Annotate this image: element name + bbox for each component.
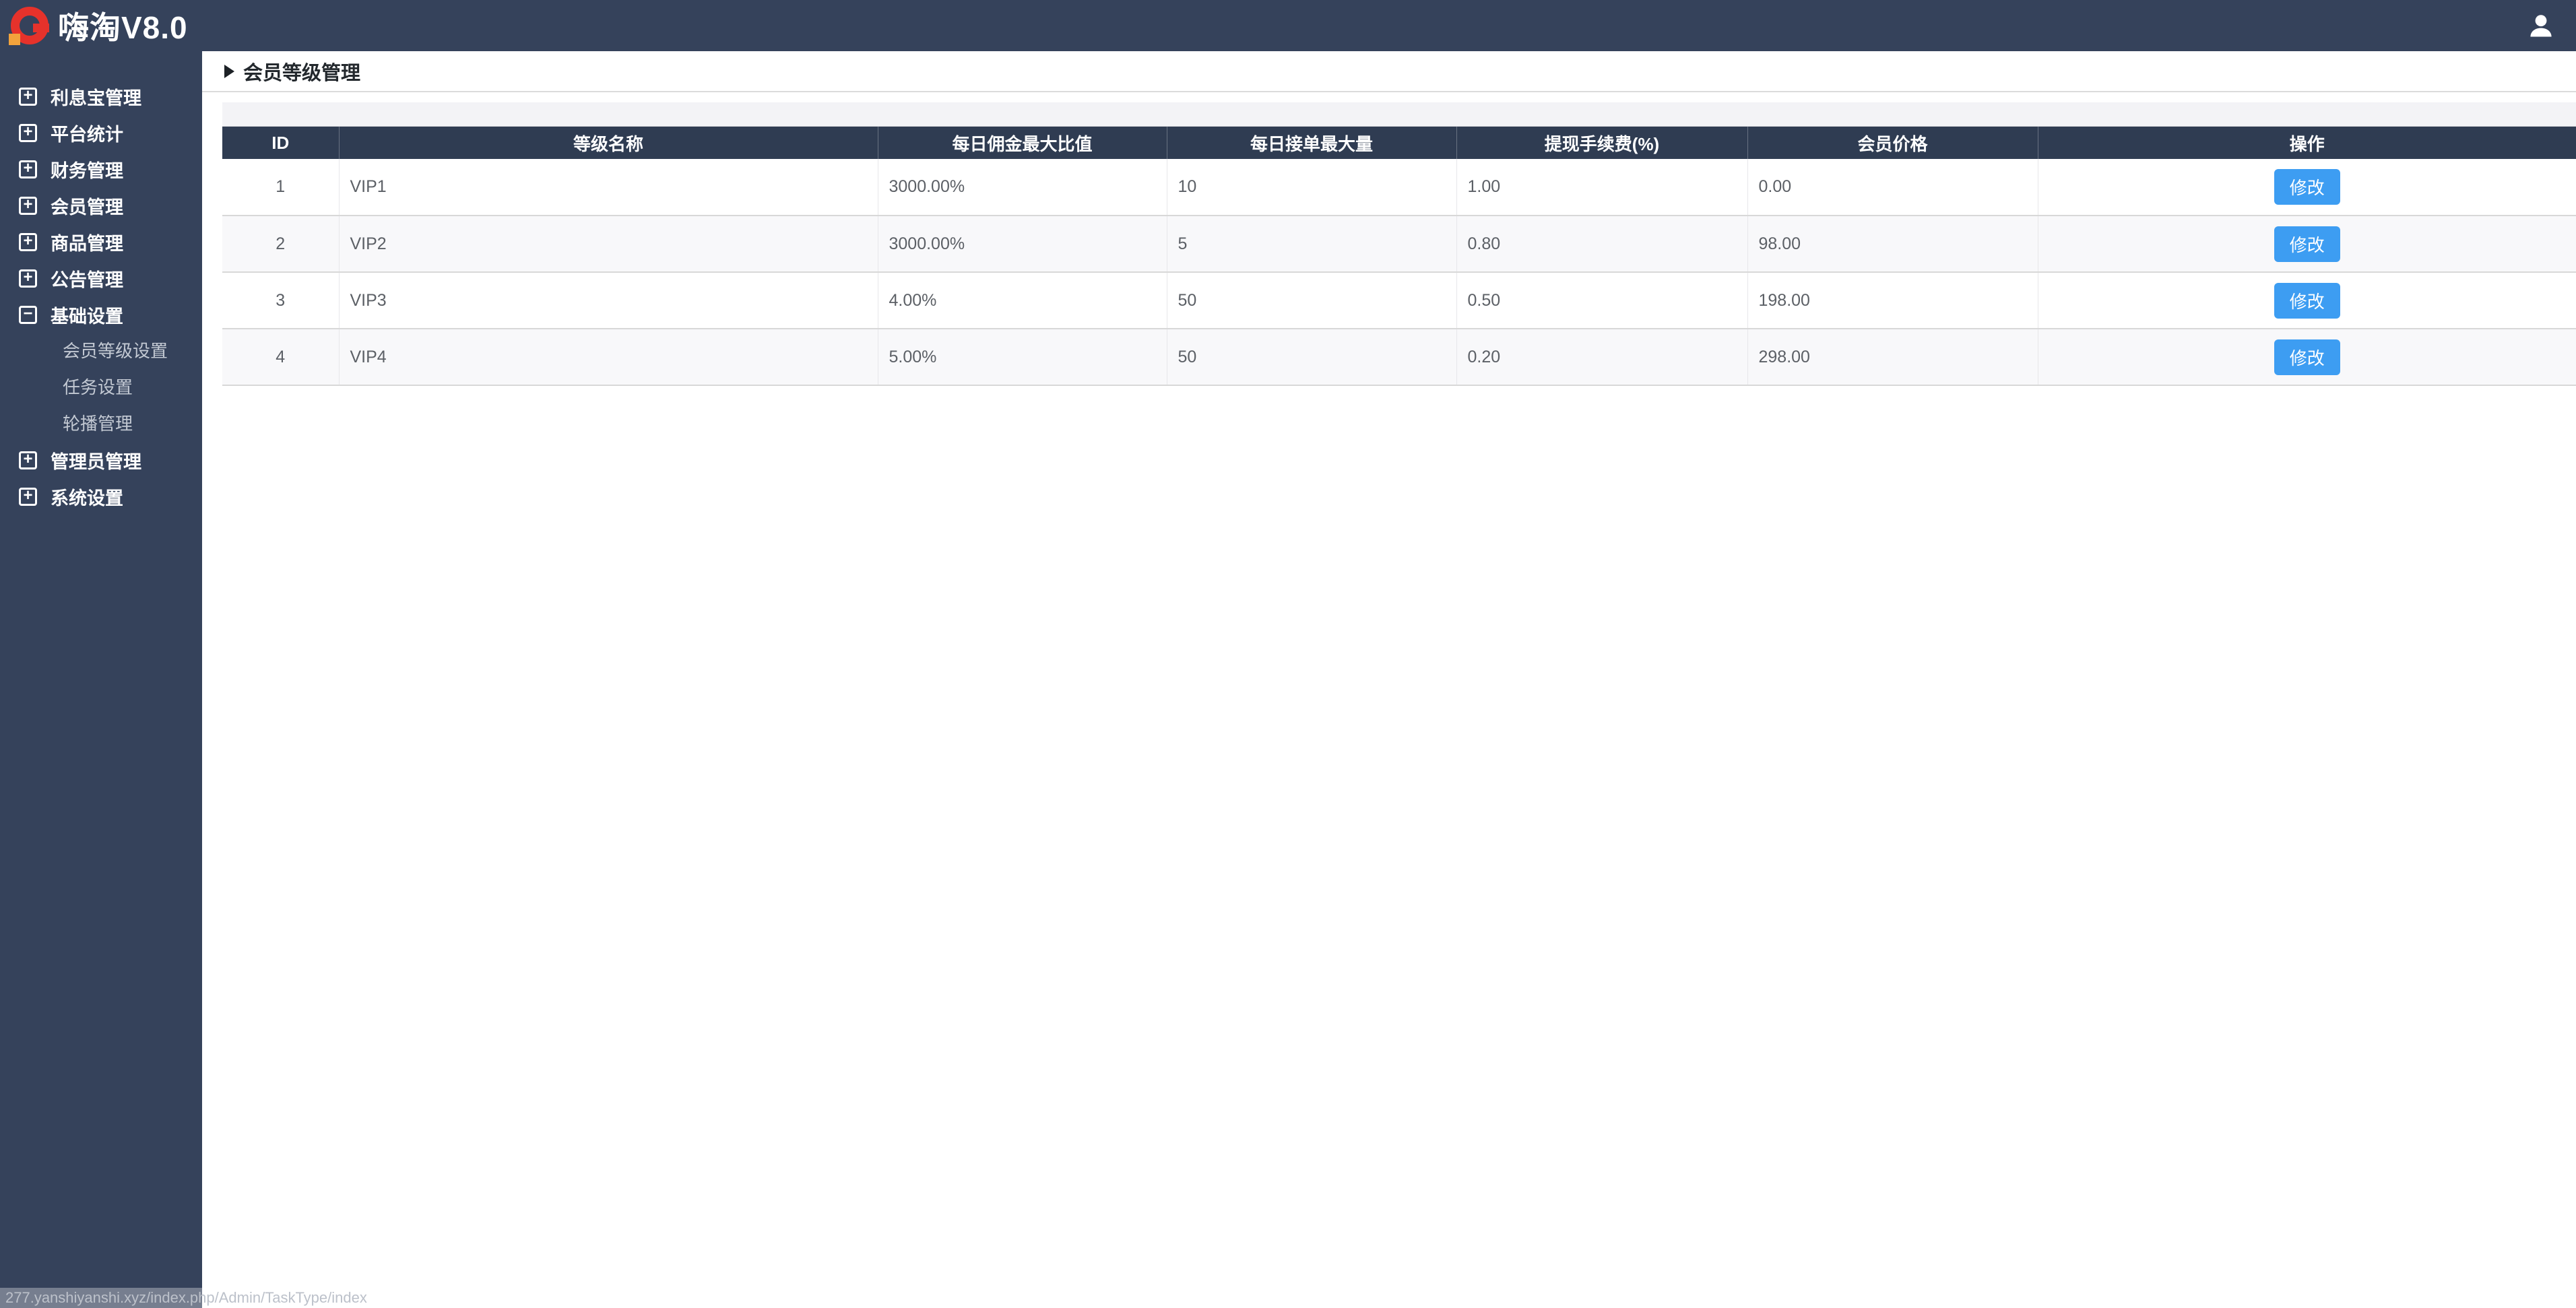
status-url-tooltip: 277.yanshiyanshi.xyz/index.php/Admin/Tas… (0, 1288, 378, 1308)
cell-price: 198.00 (1747, 272, 2038, 329)
sidebar-item[interactable]: + 公告管理 (0, 260, 202, 296)
cell-id: 3 (222, 272, 340, 329)
sidebar-subitem[interactable]: 任务设置 (0, 369, 202, 405)
table-row: 3 VIP3 4.00% 50 0.50 198.00 修改 (222, 272, 2576, 329)
cell-actions: 修改 (2038, 329, 2576, 386)
cell-withdraw_fee: 0.50 (1456, 272, 1748, 329)
cell-price: 98.00 (1747, 216, 2038, 273)
sidebar-menu: + 利息宝管理 + 平台统计 + 财务管理 + 会员管理 + 商品管理 + 公告管理 − 基础设置 会员等级… (0, 78, 202, 515)
cell-withdraw_fee: 0.80 (1456, 216, 1748, 273)
sidebar-subitem[interactable]: 轮播管理 (0, 405, 202, 442)
member-levels-table: ID 等级名称 每日佣金最大比值 每日接单最大量 提现手续费(%) 会员价格 操作 1 VIP… (222, 127, 2576, 386)
sidebar-item[interactable]: + 会员管理 (0, 187, 202, 224)
cell-max_orders: 50 (1167, 329, 1457, 386)
main-content: 会员等级管理 ID 等级名称 每日佣金最大比值 每日接单最大量 提现手续费(%) 会员价格… (202, 51, 2576, 1308)
table-toolbar (222, 102, 2576, 127)
sidebar-item-label: 利息宝管理 (51, 88, 141, 108)
cell-withdraw_fee: 0.20 (1456, 329, 1748, 386)
sidebar-item[interactable]: + 商品管理 (0, 224, 202, 260)
column-header: 等级名称 (339, 127, 878, 159)
page-title: 会员等级管理 (243, 62, 361, 84)
cell-id: 2 (222, 216, 340, 273)
table-header-row: ID 等级名称 每日佣金最大比值 每日接单最大量 提现手续费(%) 会员价格 操作 (222, 127, 2576, 159)
table-body: 1 VIP1 3000.00% 10 1.00 0.00 修改 2 VIP2 3000.00% 5 0… (222, 159, 2576, 386)
sidebar-item[interactable]: + 利息宝管理 (0, 78, 202, 115)
plus-icon: + (19, 160, 37, 178)
table-card: ID 等级名称 每日佣金最大比值 每日接单最大量 提现手续费(%) 会员价格 操作 1 VIP… (222, 102, 2576, 386)
sidebar-item-label: 公告管理 (51, 269, 123, 290)
edit-button[interactable]: 修改 (2274, 226, 2340, 262)
plus-icon: + (19, 269, 37, 288)
cell-name: VIP2 (339, 216, 878, 273)
cell-id: 4 (222, 329, 340, 386)
sidebar-item[interactable]: + 平台统计 (0, 115, 202, 151)
cell-price: 298.00 (1747, 329, 2038, 386)
edit-button[interactable]: 修改 (2274, 169, 2340, 205)
cell-actions: 修改 (2038, 159, 2576, 216)
cell-max_orders: 50 (1167, 272, 1457, 329)
cell-name: VIP4 (339, 329, 878, 386)
column-header: 每日佣金最大比值 (878, 127, 1167, 159)
table-row: 1 VIP1 3000.00% 10 1.00 0.00 修改 (222, 159, 2576, 216)
table-row: 4 VIP4 5.00% 50 0.20 298.00 修改 (222, 329, 2576, 386)
sidebar-item-label: 系统设置 (51, 488, 123, 509)
sidebar-item[interactable]: + 财务管理 (0, 151, 202, 187)
cell-max_commission: 5.00% (878, 329, 1167, 386)
edit-button[interactable]: 修改 (2274, 282, 2340, 319)
sidebar-item[interactable]: − 基础设置 (0, 296, 202, 333)
column-header: 每日接单最大量 (1167, 127, 1457, 159)
sidebar-item-label: 管理员管理 (51, 451, 141, 472)
cell-actions: 修改 (2038, 272, 2576, 329)
cell-name: VIP3 (339, 272, 878, 329)
app-title: 嗨淘V8.0 (58, 10, 188, 45)
sidebar-item-label: 会员管理 (51, 197, 123, 218)
sidebar-item[interactable]: + 系统设置 (0, 478, 202, 515)
plus-icon: + (19, 123, 37, 142)
cell-actions: 修改 (2038, 216, 2576, 273)
plus-icon: + (19, 87, 37, 106)
minus-icon: − (19, 305, 37, 324)
sidebar-item-label: 基础设置 (51, 306, 123, 327)
sidebar: + 利息宝管理 + 平台统计 + 财务管理 + 会员管理 + 商品管理 + 公告管理 − 基础设置 会员等级… (0, 51, 202, 1308)
cell-withdraw_fee: 1.00 (1456, 159, 1748, 216)
caret-right-icon (224, 64, 234, 78)
table-row: 2 VIP2 3000.00% 5 0.80 98.00 修改 (222, 216, 2576, 273)
plus-icon: + (19, 451, 37, 469)
cell-max_commission: 3000.00% (878, 159, 1167, 216)
cell-id: 1 (222, 159, 340, 216)
edit-button[interactable]: 修改 (2274, 339, 2340, 375)
cell-name: VIP1 (339, 159, 878, 216)
plus-icon: + (19, 487, 37, 506)
cell-max_commission: 3000.00% (878, 216, 1167, 273)
sidebar-subitem[interactable]: 会员等级设置 (0, 333, 202, 369)
sidebar-item-label: 平台统计 (51, 124, 123, 145)
sidebar-item[interactable]: + 管理员管理 (0, 442, 202, 478)
app-header: 嗨淘V8.0 (0, 0, 2576, 51)
column-header: 会员价格 (1747, 127, 2038, 159)
cell-max_orders: 10 (1167, 159, 1457, 216)
user-avatar-icon[interactable] (2526, 11, 2556, 40)
plus-icon: + (19, 196, 37, 215)
cell-price: 0.00 (1747, 159, 2038, 216)
cell-max_commission: 4.00% (878, 272, 1167, 329)
page-titlebar: 会员等级管理 (202, 51, 2576, 92)
app-logo: 嗨淘V8.0 (0, 3, 188, 48)
plus-icon: + (19, 232, 37, 251)
column-header: 提现手续费(%) (1456, 127, 1748, 159)
column-header: ID (222, 127, 340, 159)
column-header: 操作 (2038, 127, 2576, 159)
logo-g-icon (9, 7, 49, 45)
sidebar-item-label: 商品管理 (51, 233, 123, 254)
cell-max_orders: 5 (1167, 216, 1457, 273)
sidebar-item-label: 财务管理 (51, 160, 123, 181)
